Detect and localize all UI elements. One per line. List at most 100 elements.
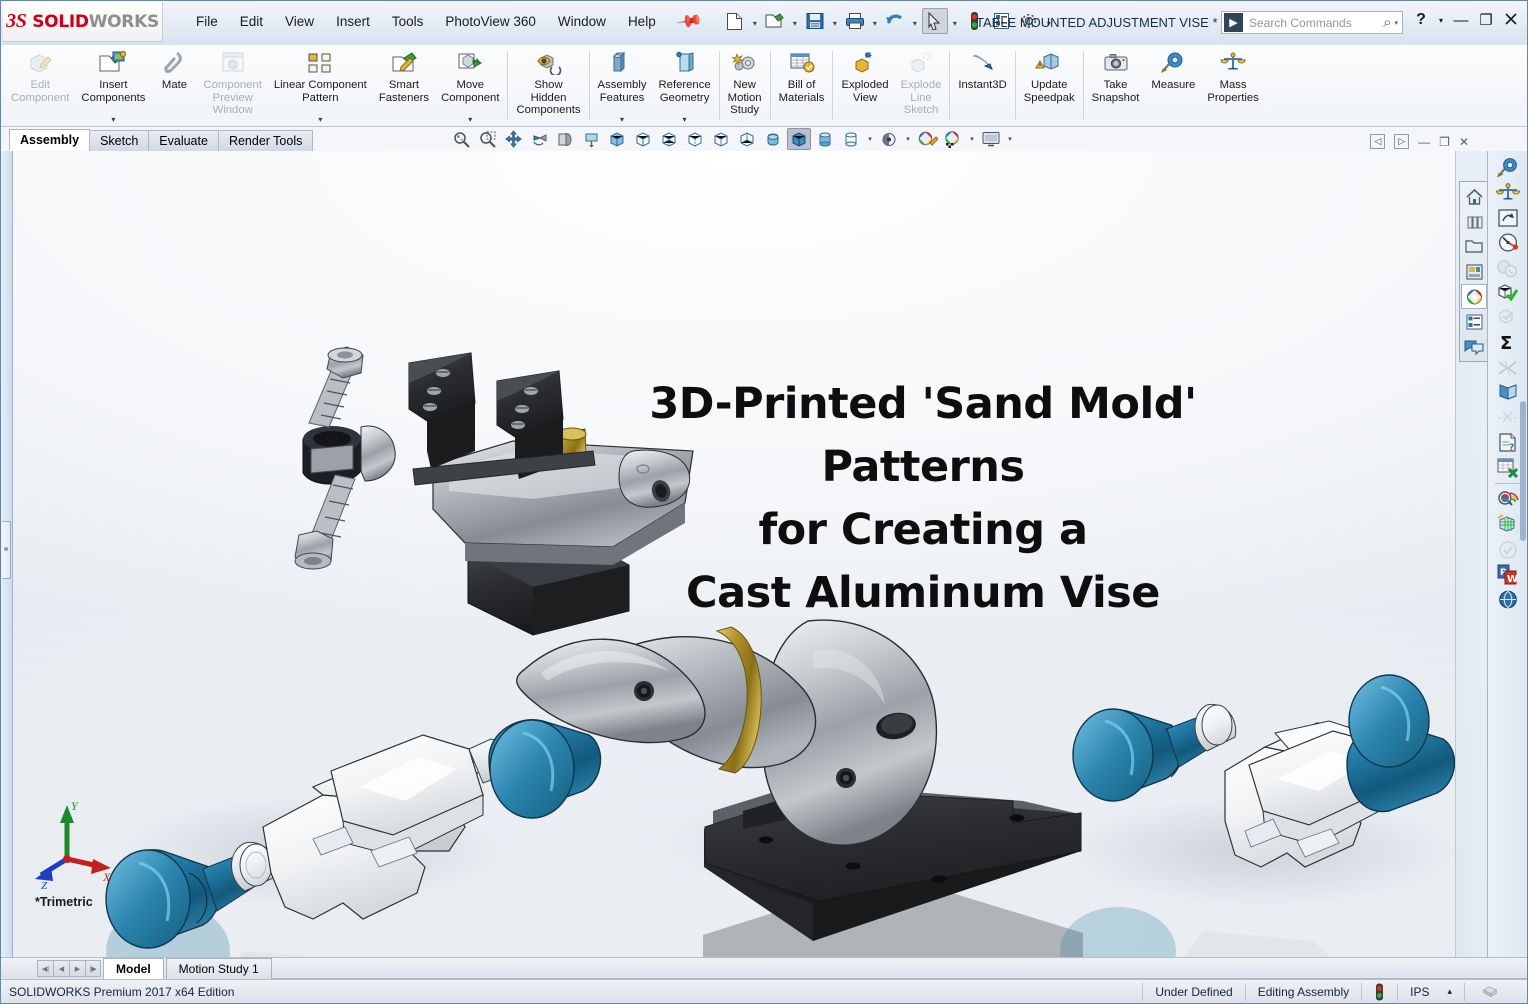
hole-alignment-icon[interactable]	[1492, 405, 1524, 430]
display-style-wireframe2-icon[interactable]	[735, 128, 759, 150]
undo-arrow-icon[interactable]	[882, 8, 908, 34]
ribbon-component-preview-window[interactable]: Component Preview Window	[197, 45, 267, 126]
menu-item-window[interactable]: Window	[547, 11, 617, 32]
ribbon-caret-icon[interactable]: ▾	[683, 115, 687, 126]
display-style-hidden-removed-icon[interactable]	[657, 128, 681, 150]
menu-item-photoview360[interactable]: PhotoView 360	[434, 11, 547, 32]
pushpin-icon[interactable]: 📌	[676, 8, 703, 34]
search-caret-icon[interactable]: ▾	[1394, 19, 1398, 27]
assembly-3d-model[interactable]	[13, 151, 1455, 957]
menu-item-edit[interactable]: Edit	[229, 11, 274, 32]
sustainability-icon[interactable]	[1492, 587, 1524, 612]
measure-tape-icon[interactable]	[1492, 155, 1524, 180]
ribbon-caret-icon[interactable]: ▾	[111, 115, 115, 126]
menu-item-file[interactable]: File	[185, 11, 229, 32]
ribbon-new-motion-study[interactable]: New Motion Study	[722, 45, 768, 126]
cursor-arrow-icon[interactable]	[922, 8, 948, 34]
section-view-icon[interactable]	[553, 128, 577, 150]
select-caret-icon[interactable]: ▾	[949, 9, 961, 33]
undo-caret-icon[interactable]: ▾	[909, 9, 921, 33]
menu-item-help[interactable]: Help	[617, 11, 667, 32]
ribbon-assembly-features[interactable]: Assembly Features ▾	[592, 45, 653, 126]
tab-motion-study-1[interactable]: Motion Study 1	[166, 958, 272, 979]
export-excel-icon[interactable]	[1492, 455, 1524, 480]
ribbon-linear-component-pattern[interactable]: Linear Component Pattern ▾	[268, 45, 373, 126]
restore-viewport-button[interactable]: ❐	[1439, 135, 1450, 149]
pan-icon[interactable]	[501, 128, 525, 150]
apply-scene-icon[interactable]	[941, 128, 965, 150]
close-viewport-button[interactable]: ✕	[1459, 135, 1469, 149]
ribbon-mate[interactable]: Mate	[151, 45, 197, 126]
previous-tab-button[interactable]: ◀	[53, 960, 69, 977]
magnifier-icon[interactable]: ⌕	[1383, 14, 1391, 31]
display-style-wireframe-icon[interactable]	[709, 128, 733, 150]
print-caret-icon[interactable]: ▾	[869, 9, 881, 33]
apply-scene-caret-icon[interactable]: ▾	[967, 135, 977, 143]
previous-view-icon[interactable]	[527, 128, 551, 150]
status-rebuild-indicator[interactable]	[1361, 983, 1397, 1001]
equations-sigma-icon[interactable]: Σ	[1492, 330, 1524, 355]
tab-render-tools[interactable]: Render Tools	[218, 130, 313, 151]
ribbon-explode-line-sketch[interactable]: Explode Line Sketch	[895, 45, 948, 126]
first-tab-button[interactable]: ◀|	[37, 960, 53, 977]
scene-lighting-icon[interactable]	[1492, 512, 1524, 537]
maximize-button[interactable]: ❐	[1476, 11, 1496, 29]
view-palette-layers-icon[interactable]	[1461, 209, 1487, 234]
menu-item-view[interactable]: View	[274, 11, 325, 32]
view-palette-appearances-icon[interactable]	[1461, 284, 1487, 309]
open-folder-caret-icon[interactable]: ▾	[789, 9, 801, 33]
status-overlay[interactable]	[1464, 983, 1513, 1001]
new-document-caret-icon[interactable]: ▾	[749, 9, 761, 33]
search-commands-box[interactable]: ▶ Search Commands ⌕ ▾	[1221, 11, 1403, 34]
ribbon-instant3d[interactable]: Instant3D	[952, 45, 1012, 126]
word-report-icon[interactable]: PW	[1492, 562, 1524, 587]
printer-icon[interactable]	[842, 8, 868, 34]
search-input[interactable]: Search Commands	[1249, 16, 1352, 30]
view-palette-display-states-icon[interactable]	[1461, 259, 1487, 284]
assembly-visualization-icon[interactable]	[1492, 255, 1524, 280]
shaded-sphere-icon[interactable]	[761, 128, 785, 150]
interference-detection-icon[interactable]	[1492, 355, 1524, 380]
tab-assembly[interactable]: Assembly	[9, 129, 90, 151]
section-properties-icon[interactable]	[1492, 205, 1524, 230]
ribbon-mass-properties[interactable]: Mass Properties	[1201, 45, 1265, 126]
verification-check-icon[interactable]	[1492, 305, 1524, 330]
ribbon-smart-fasteners[interactable]: Smart Fasteners	[373, 45, 435, 126]
ribbon-caret-icon[interactable]: ▾	[468, 115, 472, 126]
ribbon-take-snapshot[interactable]: Take Snapshot	[1086, 45, 1146, 126]
feature-tree-collapsed-rail[interactable]	[1, 151, 13, 957]
display-style-shaded-icon[interactable]	[605, 128, 629, 150]
view-settings-caret-icon[interactable]: ▾	[1005, 135, 1015, 143]
minimize-button[interactable]: —	[1451, 12, 1471, 29]
shaded-cylinder-icon[interactable]	[813, 128, 837, 150]
help-caret-icon[interactable]: ▾	[1436, 16, 1446, 25]
hide-show-items-icon[interactable]	[877, 128, 901, 150]
status-units-caret-icon[interactable]: ▴	[1447, 986, 1452, 997]
ribbon-update-speedpak[interactable]: Update Speedpak	[1018, 45, 1081, 126]
appearance-rainbow-icon[interactable]	[1492, 487, 1524, 512]
status-units[interactable]: IPS ▴	[1397, 983, 1464, 1001]
ribbon-caret-icon[interactable]: ▾	[318, 115, 322, 126]
tab-sketch[interactable]: Sketch	[89, 130, 149, 151]
edit-appearance-icon[interactable]	[915, 128, 939, 150]
draft-quality-caret-icon[interactable]: ▾	[865, 135, 875, 143]
save-floppy-icon[interactable]	[802, 8, 828, 34]
view-palette-folder-icon[interactable]	[1461, 234, 1487, 259]
tab-model[interactable]: Model	[103, 958, 164, 979]
ribbon-measure[interactable]: Measure	[1145, 45, 1201, 126]
display-style-hidden-visible-icon[interactable]	[683, 128, 707, 150]
next-pane-button[interactable]: ▷	[1394, 134, 1409, 149]
view-palette-properties-icon[interactable]	[1461, 309, 1487, 334]
measure-report-icon[interactable]: ?	[1492, 430, 1524, 455]
task-pane-scrollbar[interactable]	[1520, 401, 1526, 541]
previous-pane-button[interactable]: ◁	[1370, 134, 1385, 149]
ribbon-move-component[interactable]: Move Component ▾	[435, 45, 505, 126]
view-palette-home-icon[interactable]	[1461, 184, 1487, 209]
mass-properties-scale-icon[interactable]	[1492, 180, 1524, 205]
minimize-viewport-button[interactable]: —	[1418, 135, 1430, 149]
design-check-icon[interactable]	[1492, 537, 1524, 562]
tab-evaluate[interactable]: Evaluate	[148, 130, 219, 151]
close-button[interactable]	[1501, 12, 1521, 28]
ribbon-edit-component[interactable]: Edit Component	[5, 45, 75, 126]
view-palette-comments-icon[interactable]	[1461, 334, 1487, 359]
